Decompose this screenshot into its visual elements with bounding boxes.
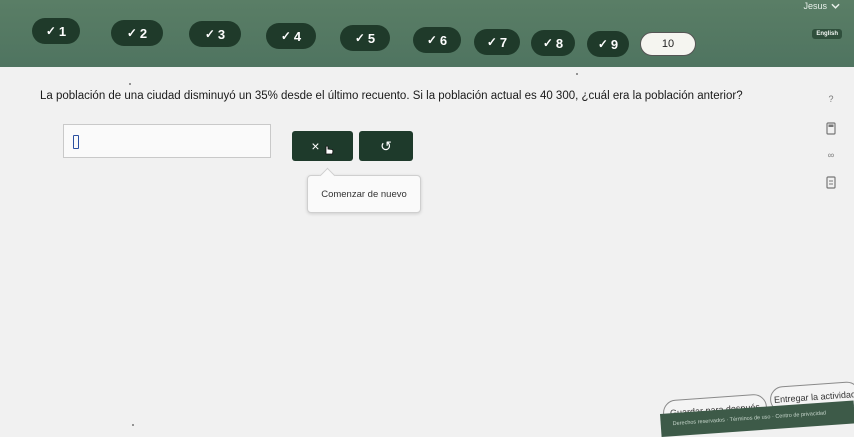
formula-sheet-icon[interactable] <box>824 176 838 190</box>
check-icon: ✓ <box>126 26 137 40</box>
check-icon: ✓ <box>280 29 291 43</box>
undo-icon: ↺ <box>380 137 392 154</box>
close-icon: × <box>311 138 320 154</box>
step-10[interactable]: 10 <box>640 32 696 56</box>
decorative-dot <box>132 424 134 426</box>
language-toggle[interactable]: English <box>812 29 842 39</box>
step-4[interactable]: ✓ 4 <box>266 23 316 49</box>
pointer-cursor-icon <box>325 145 333 155</box>
step-7[interactable]: ✓ 7 <box>474 29 520 55</box>
check-icon: ✓ <box>542 36 553 50</box>
restart-label: Comenzar de nuevo <box>321 188 407 200</box>
user-menu[interactable]: Jesus <box>803 1 840 11</box>
answer-input[interactable] <box>63 124 271 158</box>
check-icon: ✓ <box>486 35 497 49</box>
input-cursor <box>73 135 79 149</box>
help-icon[interactable]: ? <box>824 94 838 108</box>
undo-button[interactable]: ↺ <box>359 131 413 161</box>
decorative-dot <box>576 73 578 75</box>
clear-button[interactable]: × <box>292 131 353 161</box>
check-icon: ✓ <box>354 31 365 45</box>
check-icon: ✓ <box>45 24 56 38</box>
infinity-icon[interactable]: ∞ <box>824 150 838 164</box>
check-icon: ✓ <box>426 33 437 47</box>
step-5[interactable]: ✓ 5 <box>340 25 390 51</box>
restart-popup[interactable]: Comenzar de nuevo <box>307 175 421 213</box>
step-2[interactable]: ✓ 2 <box>111 20 163 46</box>
check-icon: ✓ <box>597 37 608 51</box>
user-name: Jesus <box>803 1 827 11</box>
step-3[interactable]: ✓ 3 <box>189 21 241 47</box>
chevron-down-icon <box>831 3 840 9</box>
check-icon: ✓ <box>204 27 215 41</box>
step-8[interactable]: ✓ 8 <box>531 30 575 56</box>
footer-links: Derechos reservados · Términos de uso · … <box>672 410 827 428</box>
step-9[interactable]: ✓ 9 <box>587 31 629 57</box>
question-text: La población de una ciudad disminuyó un … <box>40 90 743 102</box>
step-6[interactable]: ✓ 6 <box>413 27 461 53</box>
calculator-icon[interactable] <box>824 122 838 136</box>
top-bar: Jesus English ✓ 1 ✓ 2 ✓ 3 ✓ 4 ✓ 5 ✓ 6 ✓ … <box>0 0 854 67</box>
decorative-dot <box>129 83 131 85</box>
step-1[interactable]: ✓ 1 <box>32 18 80 44</box>
